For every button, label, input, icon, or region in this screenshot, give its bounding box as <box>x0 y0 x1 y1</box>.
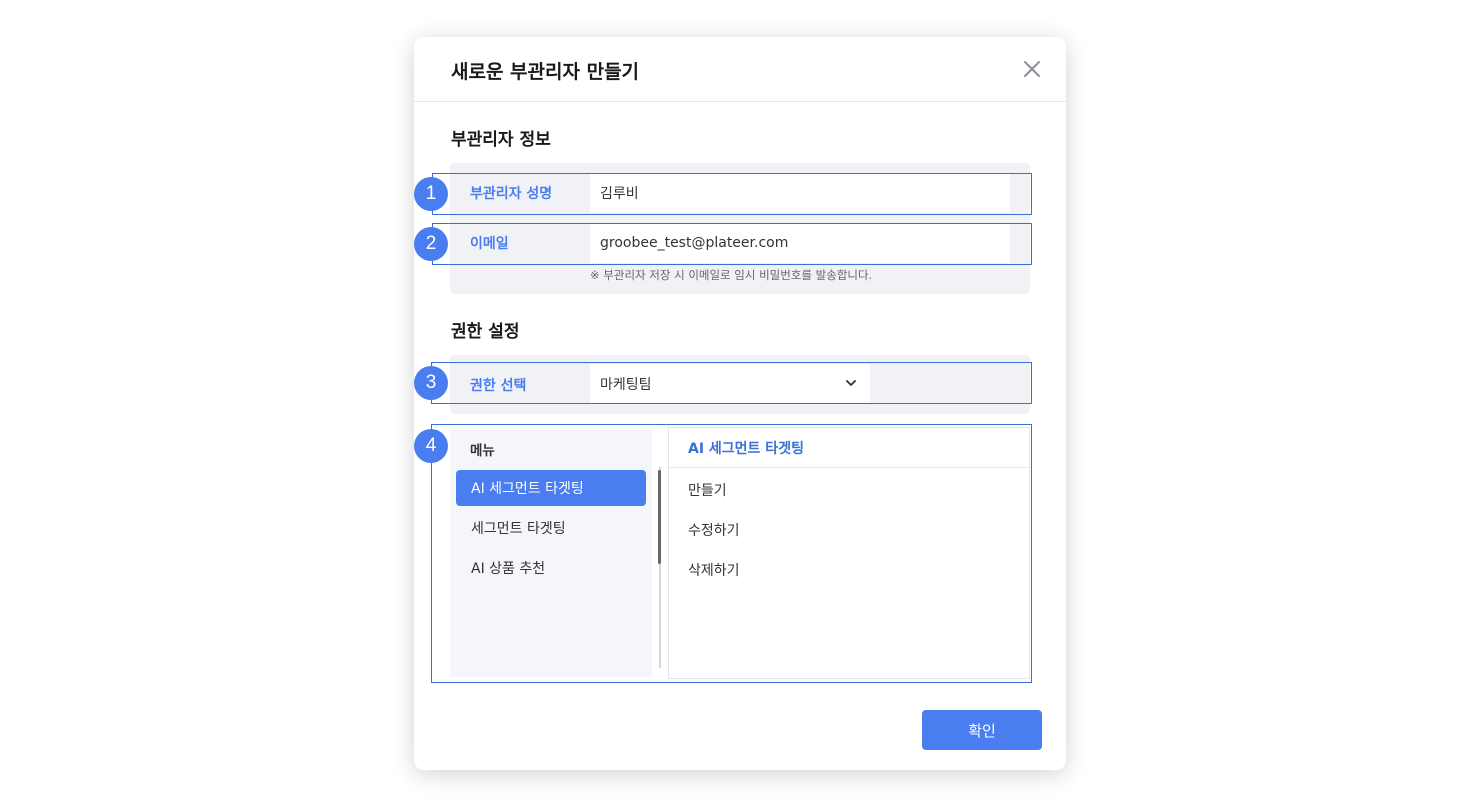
close-icon[interactable] <box>1020 57 1044 81</box>
detail-item-delete[interactable]: 삭제하기 <box>688 560 740 580</box>
annotation-badge-4: 4 <box>414 429 448 463</box>
create-subadmin-modal: 새로운 부관리자 만들기 부관리자 정보 부관리자 성명 김루비 이메일 gro… <box>414 37 1066 770</box>
annotation-badge-2: 2 <box>414 227 448 261</box>
modal-header: 새로운 부관리자 만들기 <box>414 37 1066 102</box>
confirm-button[interactable]: 확인 <box>922 710 1042 750</box>
permission-section-title: 권한 설정 <box>451 322 520 342</box>
menu-header: 메뉴 <box>470 443 495 459</box>
menu-column: 메뉴 AI 세그먼트 타겟팅 세그먼트 타겟팅 AI 상품 추천 <box>450 430 652 677</box>
menu-item-segment-targeting[interactable]: 세그먼트 타겟팅 <box>456 510 646 546</box>
permission-select-label: 권한 선택 <box>470 378 527 394</box>
email-label: 이메일 <box>470 236 509 252</box>
modal-title: 새로운 부관리자 만들기 <box>451 61 640 83</box>
menu-item-label: AI 세그먼트 타겟팅 <box>471 481 584 497</box>
detail-item-edit[interactable]: 수정하기 <box>688 520 740 540</box>
name-field[interactable]: 김루비 <box>590 173 1010 213</box>
detail-item-create[interactable]: 만들기 <box>688 480 727 500</box>
annotation-badge-3: 3 <box>414 366 448 400</box>
menu-item-label: 세그먼트 타겟팅 <box>471 521 566 537</box>
info-section-title: 부관리자 정보 <box>451 130 551 150</box>
menu-scrollbar[interactable] <box>658 470 661 564</box>
email-field[interactable]: groobee_test@plateer.com <box>590 223 1010 263</box>
detail-header: AI 세그먼트 타겟팅 <box>669 428 1029 468</box>
name-label: 부관리자 성명 <box>470 186 553 202</box>
annotation-badge-1: 1 <box>414 177 448 211</box>
permission-select[interactable]: 마케팅팀 <box>590 364 870 404</box>
permission-select-value: 마케팅팀 <box>600 377 652 393</box>
detail-column: AI 세그먼트 타겟팅 만들기 수정하기 삭제하기 <box>668 427 1030 679</box>
menu-item-ai-product-recommend[interactable]: AI 상품 추천 <box>456 550 646 586</box>
menu-item-ai-segment-targeting[interactable]: AI 세그먼트 타겟팅 <box>456 470 646 506</box>
menu-item-label: AI 상품 추천 <box>471 561 546 577</box>
chevron-down-icon <box>846 380 856 386</box>
email-hint: ※ 부관리자 저장 시 이메일로 임시 비밀번호를 발송합니다. <box>590 268 873 282</box>
